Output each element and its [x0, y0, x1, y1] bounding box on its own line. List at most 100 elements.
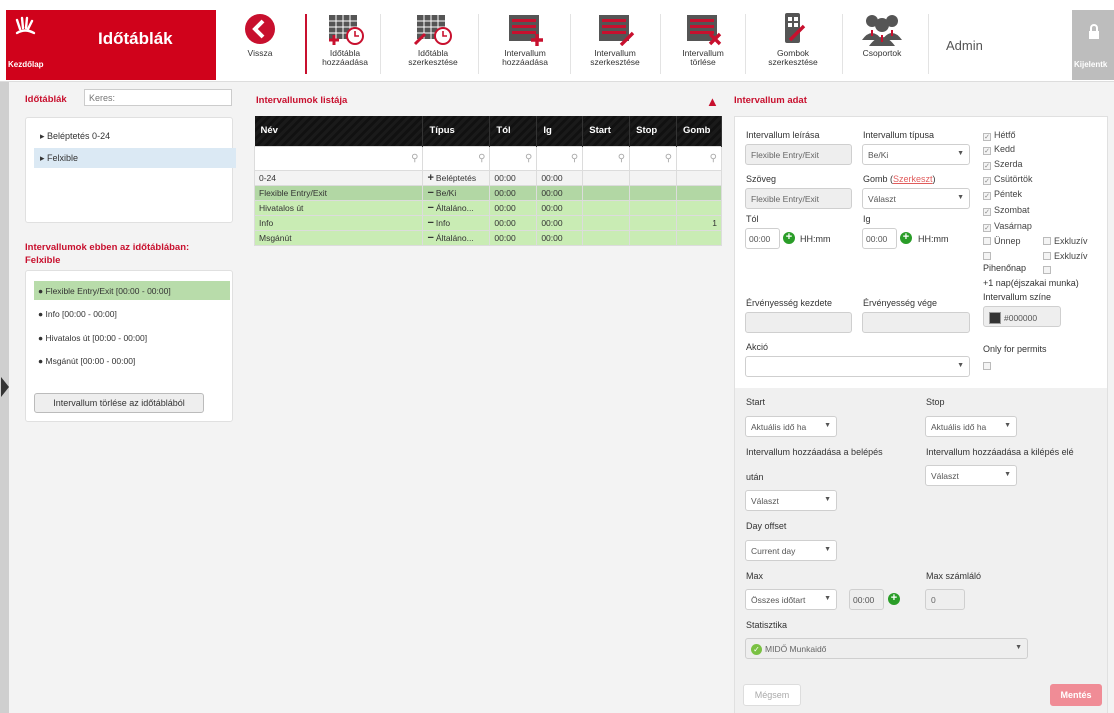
add-timetable-button[interactable]: Időtábla hozzáadása	[315, 12, 375, 67]
list-item[interactable]: ● Info [00:00 - 00:00]	[34, 304, 230, 323]
list-item[interactable]: ● Hivatalos út [00:00 - 00:00]	[34, 328, 230, 347]
stats-label: Statisztika	[746, 620, 788, 630]
action-select[interactable]	[745, 356, 970, 377]
button-select[interactable]: Választ	[862, 188, 970, 209]
filter-cell[interactable]: ⚲	[676, 145, 722, 171]
admin-user-label[interactable]: Admin	[946, 38, 983, 53]
start-select[interactable]: Aktuális idő ha	[745, 416, 837, 437]
search-icon: ⚲	[664, 152, 673, 164]
column-header[interactable]: Név	[254, 116, 424, 146]
top-toolbar: Kezdőlap Időtáblák Vissza Időtábla hozzáa…	[0, 0, 1114, 82]
users-group-icon	[850, 12, 914, 46]
back-button[interactable]: Vissza	[240, 12, 280, 58]
add-before-exit-select[interactable]: Választ	[925, 465, 1017, 486]
max-select[interactable]: Összes időtart	[745, 589, 837, 610]
filter-cell[interactable]: ⚲	[489, 145, 538, 171]
checkbox-day[interactable]: ✓ Szerda	[983, 159, 1023, 170]
checkbox-day[interactable]: ✓ Péntek	[983, 189, 1022, 200]
column-header[interactable]: Stop	[629, 116, 678, 146]
plus-icon[interactable]: +	[888, 593, 900, 605]
check-circle-icon: ✓	[751, 644, 762, 655]
add-interval-button[interactable]: Intervallum hozzáadása	[492, 12, 558, 67]
column-header[interactable]: Típus	[422, 116, 491, 146]
filter-cell[interactable]: ⚲	[536, 145, 584, 171]
tree-item[interactable]: ▸ Beléptetés 0-24	[34, 126, 236, 146]
checkbox-day[interactable]: ✓ Hétfő	[983, 130, 1016, 141]
max-counter-input[interactable]: 0	[925, 589, 965, 610]
plus-icon[interactable]: +	[900, 232, 912, 244]
table-row[interactable]: Hivatalos út − Általáno... 00:00 00:00	[253, 199, 722, 216]
table-row-selected[interactable]: Flexible Entry/Exit − Be/Ki 00:00 00:00	[253, 184, 722, 201]
column-header[interactable]: Tól	[489, 116, 538, 146]
filter-cell[interactable]: ⚲	[422, 145, 491, 171]
intervals-list-header: Intervallumok listája	[256, 95, 348, 106]
tree-item-selected[interactable]: ▸ Felxible	[34, 148, 236, 168]
edit-timetable-button[interactable]: Időtábla szerkesztése	[400, 12, 466, 67]
search-icon: ⚲	[617, 152, 626, 164]
add-after-entry-select[interactable]: Választ	[745, 490, 837, 511]
plus-icon[interactable]: +	[783, 232, 795, 244]
max-counter-label: Max számláló	[926, 571, 982, 581]
edit-buttons-button[interactable]: Gombok szerkesztése	[757, 12, 829, 67]
timetable-add-icon	[315, 12, 375, 46]
cancel-button[interactable]: Mégsem	[743, 684, 801, 706]
save-button[interactable]: Mentés	[1050, 684, 1102, 706]
scroll-up-icon[interactable]: ▲	[706, 94, 719, 109]
checkbox-exclusive[interactable]: Exkluzív	[1043, 251, 1088, 261]
button-label: Gomb (Szerkeszt)	[863, 174, 936, 184]
checkbox-next-day[interactable]	[1043, 265, 1054, 275]
text-field[interactable]: Flexible Entry/Exit	[745, 188, 852, 209]
home-link[interactable]: Kezdőlap	[8, 60, 44, 69]
checkbox-day[interactable]: ✓ Szombat	[983, 205, 1030, 216]
from-time-input[interactable]: 00:00	[745, 228, 780, 249]
day-offset-select[interactable]: Current day	[745, 540, 837, 561]
column-header[interactable]: Ig	[536, 116, 584, 146]
button-edit-link[interactable]: Szerkeszt	[893, 174, 933, 184]
filter-cell[interactable]: ⚲	[253, 145, 424, 171]
timetable-search-input[interactable]	[84, 89, 232, 106]
max-label: Max	[746, 571, 764, 581]
filter-cell[interactable]: ⚲	[582, 145, 631, 171]
add-before-exit-label: Intervallum hozzáadása a kilépés elé	[926, 447, 1074, 457]
valid-from-input[interactable]	[745, 312, 852, 333]
column-header[interactable]: Start	[582, 116, 631, 146]
checkbox-holiday[interactable]: Ünnep	[983, 236, 1021, 246]
only-permits-label: Only for permits	[983, 344, 1047, 354]
color-picker[interactable]: #000000	[983, 306, 1061, 327]
valid-to-input[interactable]	[862, 312, 970, 333]
checkbox-only-permits[interactable]	[983, 361, 994, 371]
checkbox-day[interactable]: ✓ Kedd	[983, 144, 1015, 155]
filter-cell[interactable]: ⚲	[629, 145, 678, 171]
stats-select[interactable]: ✓ MIDŐ Munkaidő	[745, 638, 1028, 659]
checkbox-day[interactable]: ✓ Vasárnap	[983, 221, 1032, 232]
table-row[interactable]: Msgánút − Általáno... 00:00 00:00	[253, 229, 722, 246]
checkbox-rest-day[interactable]	[983, 251, 994, 261]
collapse-strip[interactable]	[0, 82, 9, 713]
next-day-label: +1 nap(éjszakai munka)	[983, 278, 1079, 288]
checkbox-day[interactable]: ✓ Csütörtök	[983, 174, 1033, 185]
table-row[interactable]: Info − Info 00:00 00:00 1	[253, 214, 722, 231]
stop-select[interactable]: Aktuális idő ha	[925, 416, 1017, 437]
groups-button[interactable]: Csoportok	[850, 12, 914, 58]
list-item[interactable]: ● Flexible Entry/Exit [00:00 - 00:00]	[34, 281, 230, 300]
to-time-input[interactable]: 00:00	[862, 228, 897, 249]
desc-field[interactable]: Flexible Entry/Exit	[745, 144, 852, 165]
checkbox-exclusive[interactable]: Exkluzív	[1043, 236, 1088, 246]
edit-interval-button[interactable]: Intervallum szerkesztése	[580, 12, 650, 67]
remove-interval-button[interactable]: Intervallum törlése az időtáblából	[34, 393, 204, 413]
logout-button[interactable]: Kijelentk	[1072, 10, 1114, 80]
intervals-table: Név Típus Tól Ig Start Stop Gomb ⚲ ⚲ ⚲ ⚲…	[253, 116, 722, 246]
list-item[interactable]: ● Msgánút [00:00 - 00:00]	[34, 351, 230, 370]
column-header[interactable]: Gomb	[676, 116, 722, 146]
back-icon	[240, 12, 280, 46]
timetable-edit-icon	[400, 12, 466, 46]
expand-arrow-icon[interactable]	[1, 377, 9, 397]
delete-interval-button[interactable]: Intervallum törlése	[672, 12, 734, 67]
table-row[interactable]: 0-24 + Beléptetés 00:00 00:00	[253, 169, 722, 186]
stop-label: Stop	[926, 397, 945, 407]
type-select[interactable]: Be/Ki	[862, 144, 970, 165]
max-time-input[interactable]: 00:00	[849, 589, 884, 610]
device-edit-icon	[757, 12, 829, 46]
brand-block[interactable]: Kezdőlap Időtáblák	[6, 10, 216, 80]
to-label: Ig	[863, 214, 871, 224]
